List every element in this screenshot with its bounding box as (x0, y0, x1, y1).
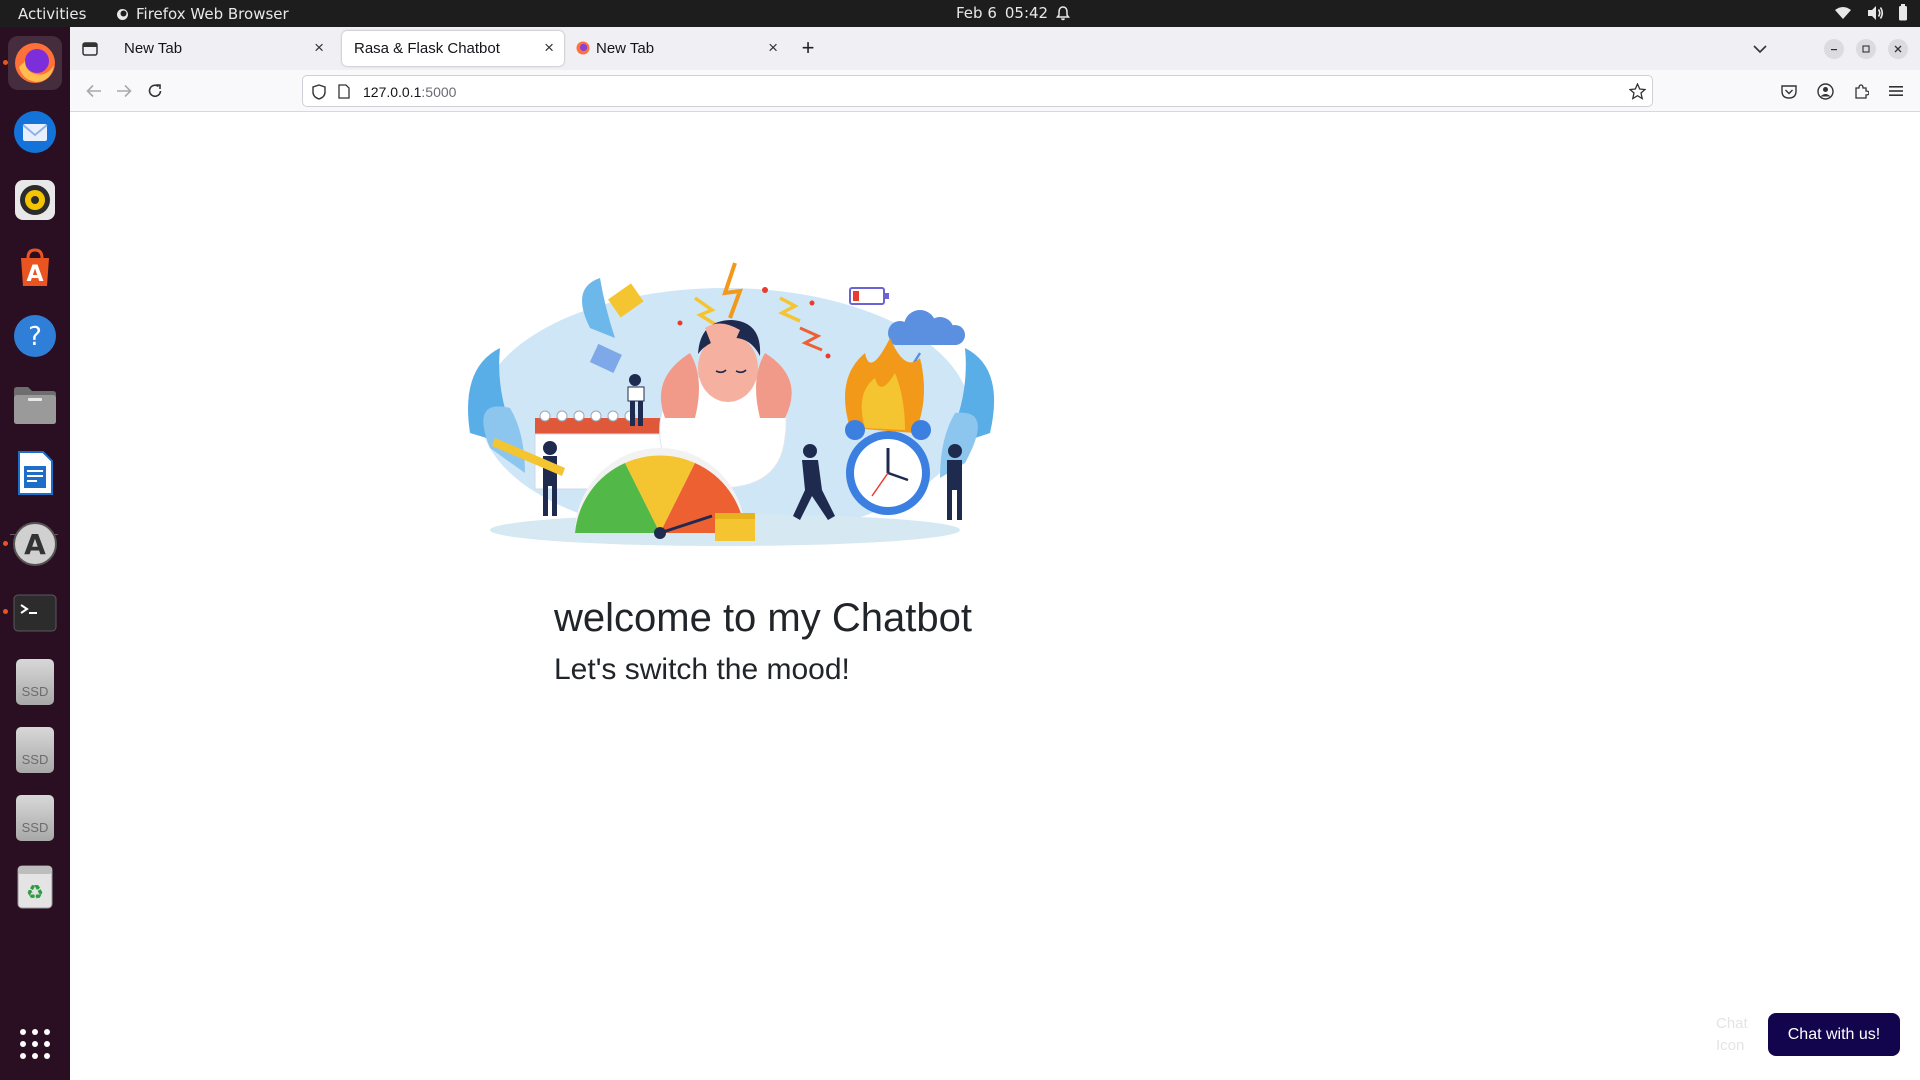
dock-thunderbird[interactable] (8, 105, 62, 159)
notification-bell-icon (1056, 6, 1071, 21)
writer-icon (18, 451, 53, 495)
volume-icon (1868, 5, 1884, 20)
dock-files[interactable] (8, 378, 62, 432)
show-apps-icon (20, 1029, 50, 1059)
close-icon (1894, 45, 1902, 53)
wifi-icon (1835, 6, 1851, 19)
system-top-bar: Activities Firefox Web Browser Feb 6 05:… (0, 0, 1920, 27)
help-icon: ? (14, 315, 56, 357)
dock-ssd-drive[interactable]: SSD (8, 655, 62, 709)
firefox-view-icon (82, 42, 98, 56)
dock-ssd-drive[interactable]: SSD (8, 791, 62, 845)
tab-strip: New Tab × Rasa & Flask Chatbot × New Tab… (70, 27, 1920, 70)
app-menu[interactable]: Firefox Web Browser (116, 5, 289, 23)
software-updater-icon: A (13, 522, 57, 566)
reload-icon (148, 84, 162, 97)
tab-title: New Tab (124, 40, 183, 57)
tab-close-button[interactable]: × (768, 38, 778, 58)
firefox-icon (15, 43, 55, 83)
battery-icon (1899, 4, 1907, 21)
dock-app-center[interactable]: A (8, 241, 62, 295)
dock-rhythmbox[interactable] (8, 173, 62, 227)
pocket-icon (1781, 84, 1797, 99)
firefox-view-button[interactable] (80, 39, 100, 59)
firefox-small-icon (117, 8, 128, 20)
svg-text:A: A (24, 528, 46, 561)
tab-title: Rasa & Flask Chatbot (354, 40, 500, 57)
url-port: :5000 (421, 84, 457, 100)
terminal-icon (13, 594, 57, 632)
svg-text:?: ? (28, 322, 42, 352)
back-arrow-icon (86, 84, 101, 98)
dock-trash[interactable]: ♻ (8, 860, 62, 914)
url-host: 127.0.0.1 (363, 84, 422, 100)
list-all-tabs-button[interactable] (1750, 39, 1770, 59)
ssd-drive-icon: SSD (16, 795, 54, 841)
page-info-icon (338, 84, 350, 99)
restore-button[interactable] (1856, 39, 1876, 59)
forward-arrow-icon (117, 84, 132, 98)
tab-close-button[interactable]: × (314, 38, 324, 58)
restore-icon (1862, 45, 1870, 53)
chat-with-us-button[interactable]: Chat with us! (1768, 1013, 1900, 1056)
rhythmbox-icon (15, 180, 55, 220)
pocket-button[interactable] (1779, 81, 1799, 101)
account-button[interactable] (1815, 81, 1835, 101)
new-tab-button[interactable]: + (798, 35, 818, 60)
dock-firefox[interactable] (8, 36, 62, 90)
app-menu-label: Firefox Web Browser (136, 5, 289, 23)
account-icon (1816, 82, 1834, 100)
ssd-drive-icon: SSD (16, 659, 54, 705)
shield-icon (312, 84, 326, 100)
clock-time: 05:42 (1004, 4, 1049, 22)
system-tray[interactable] (1834, 4, 1908, 21)
page-subtitle: Let's switch the mood! (554, 653, 850, 686)
navigation-toolbar: 127.0.0.1:5000 (70, 70, 1920, 112)
tab-title: New Tab (596, 40, 655, 57)
svg-text:A: A (26, 262, 43, 287)
extensions-button[interactable] (1851, 81, 1871, 101)
activities-button[interactable]: Activities (18, 5, 86, 23)
puzzle-icon (1855, 84, 1869, 99)
dock-help[interactable]: ? (8, 309, 62, 363)
tab-close-button[interactable]: × (544, 38, 554, 58)
clock-date: Feb 6 (956, 4, 997, 22)
chevron-down-icon (1753, 45, 1767, 54)
back-button[interactable] (84, 81, 104, 101)
clock[interactable]: Feb 6 05:42 (956, 4, 1071, 22)
chat-icon-alt-text[interactable]: Chat Icon (1716, 1013, 1756, 1057)
hamburger-menu-icon (1889, 86, 1903, 96)
reload-button[interactable] (145, 81, 165, 101)
dock: A ? A SSD SSD SSD ♻ (0, 27, 70, 1080)
firefox-favicon-icon (576, 41, 590, 55)
tab-new-tab-2[interactable]: New Tab × (566, 31, 788, 66)
dock-show-apps[interactable] (8, 1017, 62, 1071)
page-title: welcome to my Chatbot (554, 596, 972, 640)
thunderbird-icon (14, 111, 56, 153)
forward-button[interactable] (114, 81, 134, 101)
tab-new-tab-1[interactable]: New Tab × (112, 31, 334, 66)
web-page: welcome to my Chatbot Let's switch the m… (70, 113, 1920, 1080)
minimize-button[interactable] (1824, 39, 1844, 59)
url-text[interactable]: 127.0.0.1:5000 (363, 84, 456, 100)
ssd-drive-icon: SSD (16, 727, 54, 773)
url-bar[interactable]: 127.0.0.1:5000 (302, 75, 1653, 107)
svg-text:♻: ♻ (26, 880, 44, 904)
close-window-button[interactable] (1888, 39, 1908, 59)
stressed-person-illustration (468, 262, 995, 546)
dock-writer[interactable] (8, 446, 62, 500)
trash-icon: ♻ (17, 865, 53, 909)
minimize-icon (1831, 49, 1837, 51)
dock-ssd-drive[interactable]: SSD (8, 723, 62, 777)
bookmark-star-icon[interactable] (1629, 83, 1646, 100)
dock-terminal[interactable] (8, 586, 62, 640)
tab-rasa-flask-chatbot[interactable]: Rasa & Flask Chatbot × (342, 31, 564, 66)
dock-software-updater[interactable]: A (8, 517, 62, 571)
app-menu-button[interactable] (1886, 81, 1906, 101)
files-icon (14, 387, 56, 424)
app-center-icon: A (21, 248, 49, 287)
